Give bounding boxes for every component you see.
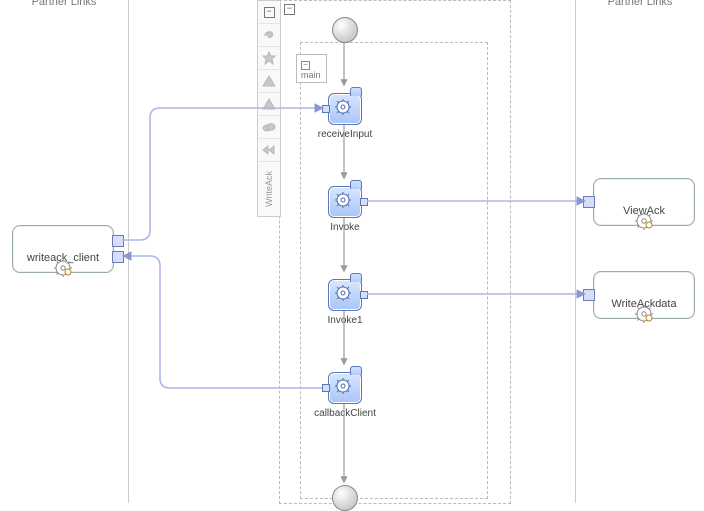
invoke-activity[interactable] — [328, 186, 362, 218]
collapse-process-button[interactable]: − — [284, 4, 295, 15]
toolbar-swirl-icon[interactable] — [258, 23, 280, 46]
port-left[interactable] — [322, 384, 330, 392]
gear-icon — [634, 304, 654, 327]
toolbar-triangle-icon[interactable] — [258, 69, 280, 92]
main-scope-tag[interactable]: − main — [296, 54, 327, 83]
receive-input-label: receiveInput — [318, 129, 372, 140]
toolbar-star-icon[interactable] — [258, 46, 280, 69]
gear-icon — [334, 98, 352, 119]
partner-link-writeack-client[interactable]: writeack_client — [12, 225, 114, 273]
gear-icon — [334, 284, 352, 305]
gear-icon — [334, 191, 352, 212]
port-in[interactable] — [583, 196, 595, 208]
gear-icon — [634, 211, 654, 234]
start-node[interactable] — [332, 17, 358, 43]
right-panel-title: Partner Links — [576, 0, 704, 8]
partner-link-viewack[interactable]: ViewAck — [593, 178, 695, 226]
port-in[interactable] — [583, 289, 595, 301]
toolbar-triangle2-icon[interactable] — [258, 92, 280, 115]
gear-icon — [53, 258, 73, 281]
collapse-main-button[interactable]: − — [301, 61, 310, 70]
right-panel: Partner Links — [575, 0, 704, 503]
port-right[interactable] — [360, 198, 368, 206]
port-out[interactable] — [112, 235, 124, 247]
activity-tab-icon — [350, 273, 362, 282]
invoke-label: Invoke — [330, 222, 359, 233]
toolbar-collapse[interactable]: − — [258, 1, 280, 23]
invoke1-label: Invoke1 — [327, 315, 362, 326]
toolbar-label: WriteAck — [258, 161, 280, 216]
toolbar: − WriteAck — [257, 0, 281, 217]
activity-tab-icon — [350, 180, 362, 189]
port-right[interactable] — [360, 291, 368, 299]
activity-tab-icon — [350, 87, 362, 96]
receive-input-activity[interactable] — [328, 93, 362, 125]
callback-client-label: callbackClient — [314, 408, 376, 419]
port-in[interactable] — [112, 251, 124, 263]
callback-client-activity[interactable] — [328, 372, 362, 404]
main-scope-label: main — [301, 70, 321, 80]
toolbar-rewind-icon[interactable] — [258, 138, 280, 161]
toolbar-cloud-icon[interactable] — [258, 115, 280, 138]
left-panel-title: Partner Links — [0, 0, 128, 8]
invoke1-activity[interactable] — [328, 279, 362, 311]
activity-tab-icon — [350, 366, 362, 375]
port-left[interactable] — [322, 105, 330, 113]
gear-icon — [334, 377, 352, 398]
partner-link-writeackdata[interactable]: WriteAckdata — [593, 271, 695, 319]
end-node[interactable] — [332, 485, 358, 511]
